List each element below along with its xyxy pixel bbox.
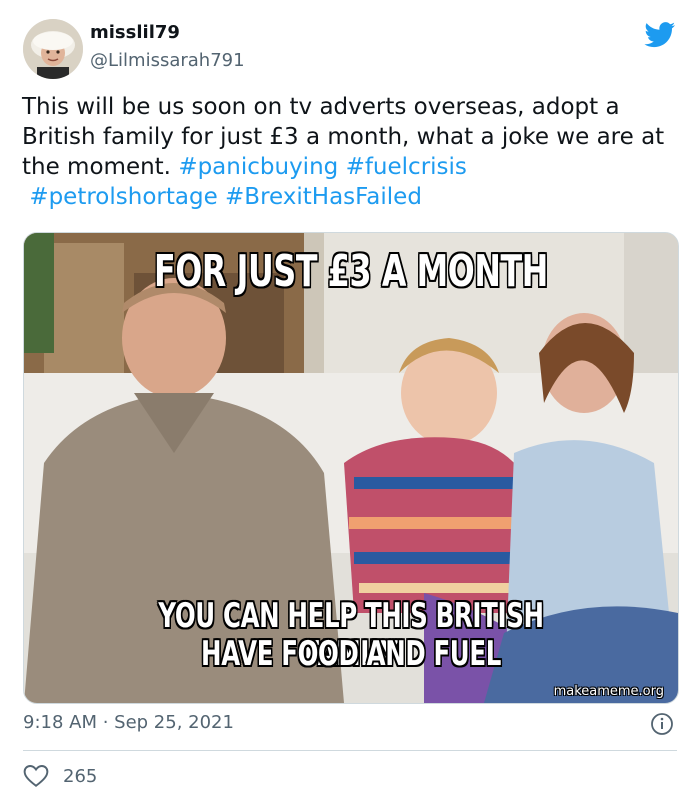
- heart-icon[interactable]: [23, 764, 49, 788]
- like-count: 265: [63, 765, 98, 787]
- user-handle[interactable]: @Lilmissarah791: [90, 50, 245, 71]
- twitter-logo-icon[interactable]: [644, 22, 676, 48]
- hashtag-petrolshortage[interactable]: #petrolshortage: [29, 184, 217, 210]
- meme-top-text: FOR JUST £3 A MONTH: [154, 246, 548, 297]
- hashtag-panicbuying[interactable]: #panicbuying: [178, 154, 338, 180]
- hashtag-brexithasfailed[interactable]: #BrexitHasFailed: [225, 184, 422, 210]
- user-display-name[interactable]: misslil79: [90, 22, 180, 43]
- like-row: 265: [23, 764, 97, 788]
- meme-bottom-text-line-2: HAVE FOOD AND FUEL: [201, 634, 501, 674]
- tweet-media-image[interactable]: FOR JUST £3 A MONTH YOU CAN HELP THIS BR…: [23, 232, 679, 704]
- hashtag-fuelcrisis[interactable]: #fuelcrisis: [346, 154, 467, 180]
- meme-watermark: makeameme.org: [553, 684, 664, 699]
- tweet-card: misslil79 @Lilmissarah791 This will be u…: [0, 0, 700, 803]
- tweet-body: This will be us soon on tv adverts overs…: [22, 94, 665, 180]
- tweet-timestamp[interactable]: 9:18 AM · Sep 25, 2021: [23, 712, 234, 733]
- tweet-text: This will be us soon on tv adverts overs…: [22, 92, 682, 212]
- info-icon[interactable]: [650, 712, 674, 736]
- avatar[interactable]: [23, 19, 83, 79]
- divider: [23, 750, 677, 751]
